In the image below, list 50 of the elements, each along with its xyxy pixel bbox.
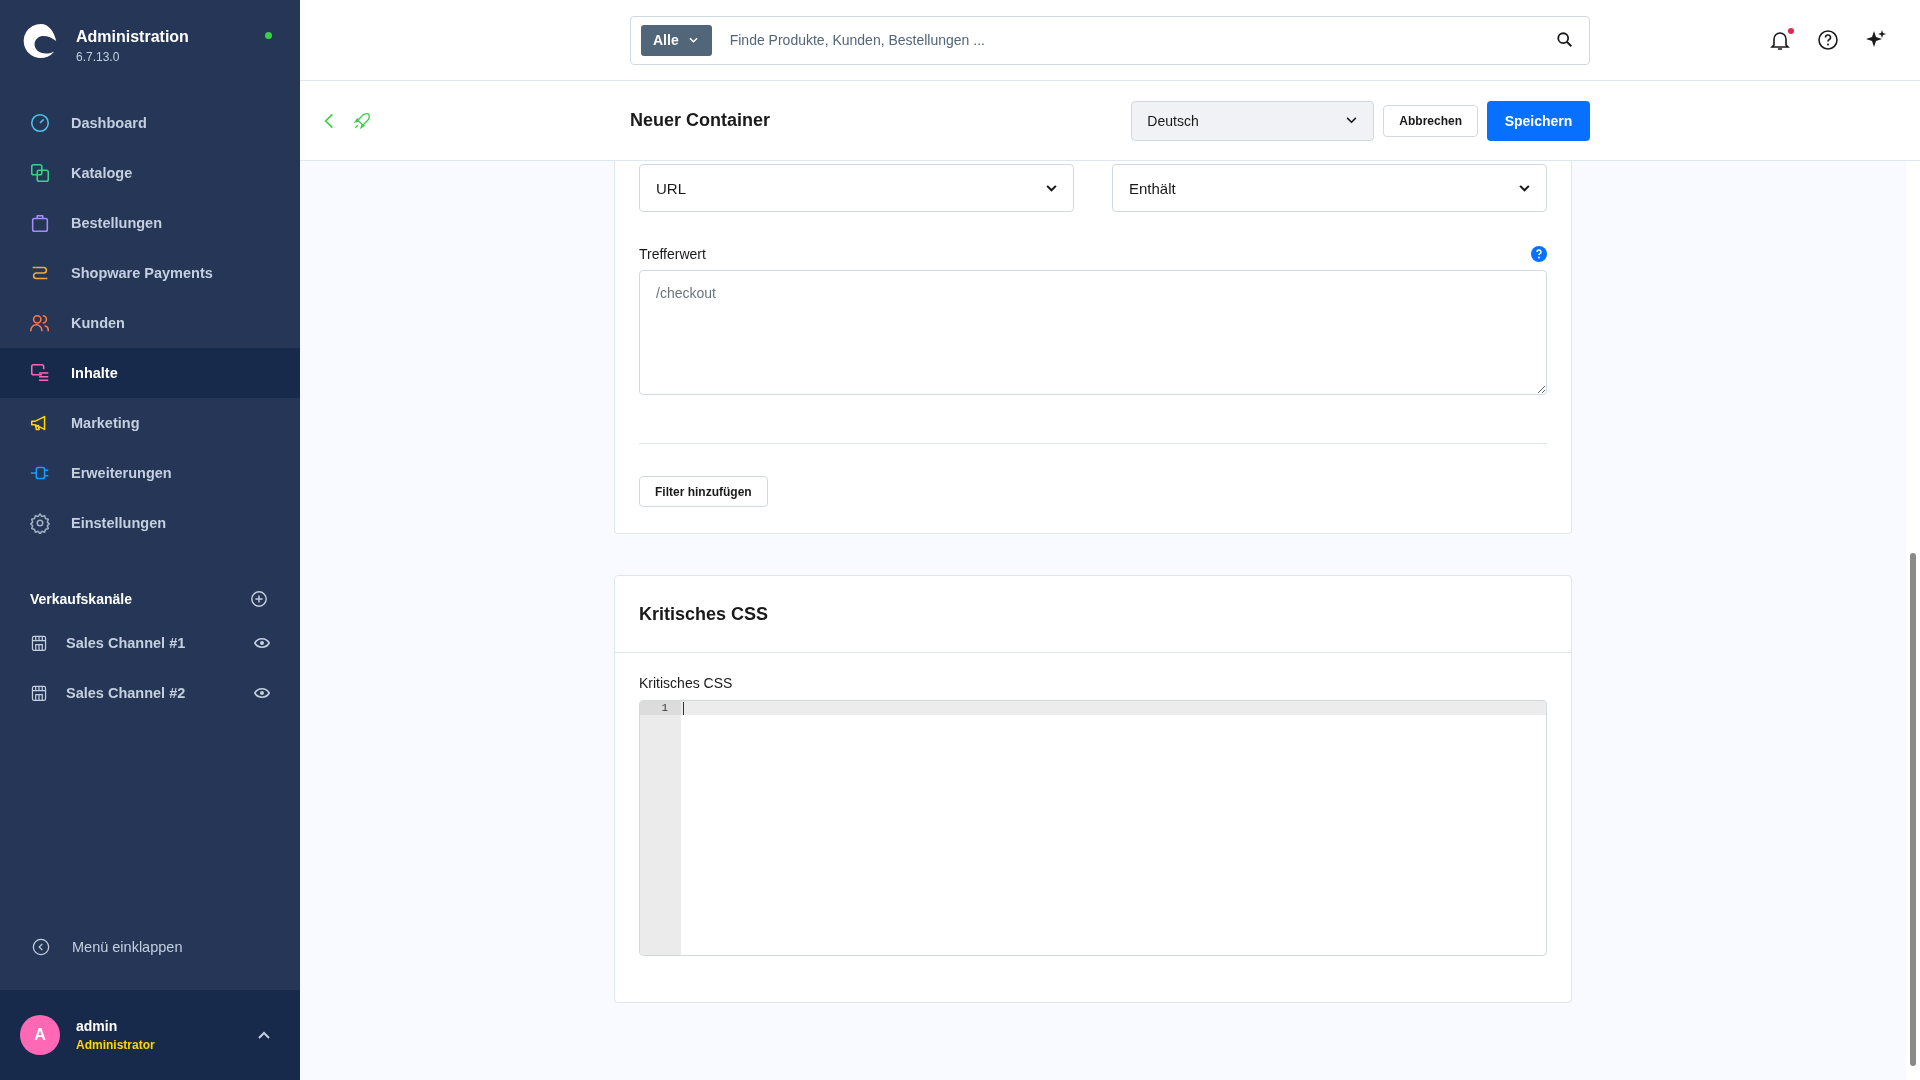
- nav-item[interactable]: Inhalte: [0, 348, 300, 398]
- search-icon[interactable]: [1556, 31, 1574, 49]
- match-value-field[interactable]: /checkout: [639, 270, 1547, 395]
- field-label: Trefferwert: [639, 246, 706, 262]
- help-icon[interactable]: [1816, 28, 1840, 52]
- chevron-down-icon: [688, 37, 698, 43]
- chevron-left-icon: [32, 938, 50, 956]
- user-role: Administrator: [76, 1038, 156, 1052]
- line-number: 1: [640, 701, 681, 715]
- nav-item[interactable]: Bestellungen: [0, 198, 300, 248]
- sales-channel-item[interactable]: Sales Channel #2: [0, 668, 300, 718]
- chevron-down-icon: [1519, 184, 1530, 192]
- text-cursor: [683, 701, 684, 715]
- eye-icon[interactable]: [254, 637, 270, 649]
- cancel-button[interactable]: Abbrechen: [1383, 104, 1478, 137]
- chevron-up-icon[interactable]: [258, 1031, 270, 1039]
- search-field[interactable]: Alle Finde Produkte, Kunden, Bestellungen ...: [630, 15, 1590, 65]
- nav-item[interactable]: Einstellungen: [0, 498, 300, 548]
- search-scope-dropdown[interactable]: Alle: [641, 24, 712, 56]
- chevron-down-icon: [1346, 117, 1358, 124]
- storefront-icon: [30, 634, 48, 652]
- nav-item[interactable]: Dashboard: [0, 98, 300, 148]
- section-title: Verkaufskanäle: [30, 591, 132, 607]
- add-icon[interactable]: [250, 590, 268, 608]
- avatar: A: [20, 1015, 60, 1055]
- field-label: Kritisches CSS: [639, 675, 734, 691]
- select-field[interactable]: Enthält: [1112, 164, 1547, 212]
- nav-item[interactable]: Marketing: [0, 398, 300, 448]
- chevron-down-icon: [1046, 184, 1057, 192]
- collapse-menu-link[interactable]: Menü einklappen: [72, 939, 183, 955]
- nav-item[interactable]: Erweiterungen: [0, 448, 300, 498]
- nav-item[interactable]: Kataloge: [0, 148, 300, 198]
- card-title: Kritisches CSS: [615, 576, 1571, 653]
- version-label: 6.7.13.0: [76, 50, 121, 64]
- scrollbar-thumb[interactable]: [1910, 553, 1916, 1066]
- nav-item[interactable]: Kunden: [0, 298, 300, 348]
- app-title: Administration: [76, 28, 190, 46]
- save-button[interactable]: Speichern: [1487, 100, 1590, 141]
- eye-icon[interactable]: [254, 687, 270, 699]
- user-name: admin: [76, 1018, 119, 1034]
- sales-channel-item[interactable]: Sales Channel #1: [0, 618, 300, 668]
- storefront-icon: [30, 684, 48, 702]
- nav-item[interactable]: Shopware Payments: [0, 248, 300, 298]
- add-filter-button[interactable]: Filter hinzufügen: [639, 476, 768, 507]
- language-select[interactable]: Deutsch: [1131, 100, 1375, 141]
- select-field[interactable]: URL: [639, 164, 1074, 212]
- scrollbar[interactable]: [1906, 161, 1920, 1080]
- code-editor[interactable]: 1: [639, 700, 1547, 956]
- user-panel[interactable]: A admin Administrator: [0, 990, 300, 1080]
- page-title: Neuer Container: [630, 110, 772, 131]
